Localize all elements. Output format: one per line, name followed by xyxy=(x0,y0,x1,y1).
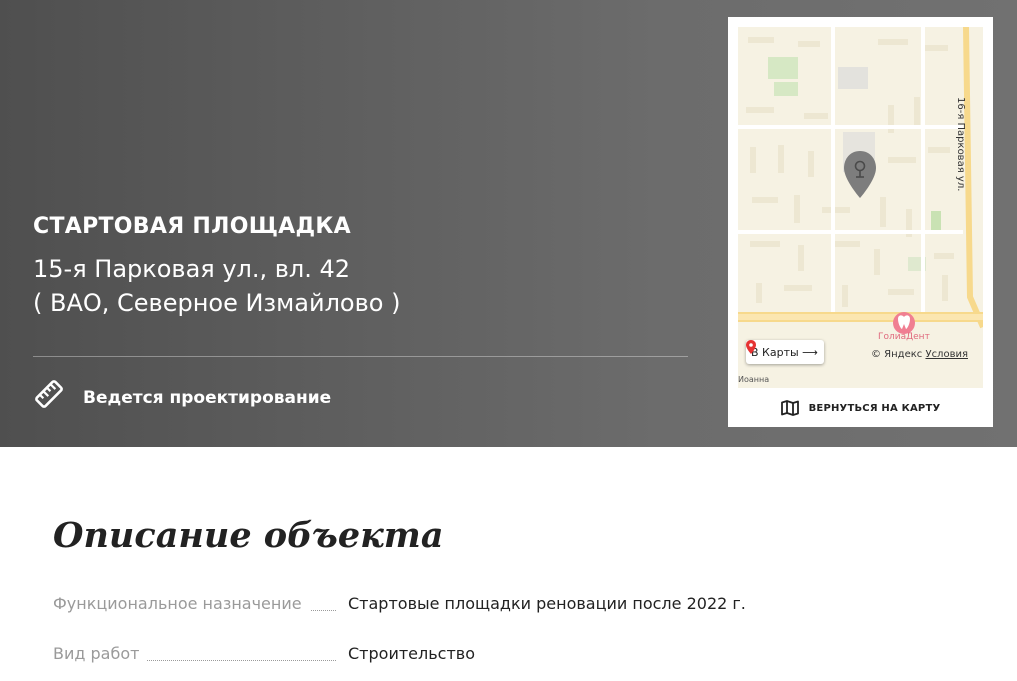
spec-label: Вид работ xyxy=(53,644,148,663)
spec-value: Стартовые площадки реновации после 2022 … xyxy=(348,594,746,613)
address-line: 15-я Парковая ул., вл. 42 xyxy=(33,255,351,283)
back-to-map-label: ВЕРНУТЬСЯ НА КАРТУ xyxy=(808,402,941,414)
spec-row-purpose: Функциональное назначение Стартовые площ… xyxy=(53,594,953,618)
street-label: 16-я Парковая ул. xyxy=(955,97,966,192)
ruler-icon xyxy=(35,380,63,408)
edge-street-label: Иоанна xyxy=(738,375,770,384)
spec-row-work-type: Вид работ Строительство xyxy=(53,644,953,668)
folded-map-icon xyxy=(780,400,799,416)
copyright-text: © Яндекс xyxy=(871,349,923,360)
yandex-pin-icon xyxy=(746,340,756,354)
back-to-map-button[interactable]: ВЕРНУТЬСЯ НА КАРТУ xyxy=(728,389,993,427)
open-in-maps-button[interactable]: В Карты ⟶ xyxy=(746,340,824,364)
spec-label: Функциональное назначение xyxy=(53,594,310,613)
tooth-icon xyxy=(893,312,915,334)
poi-label: ГолиаДент xyxy=(878,332,930,342)
hero-divider xyxy=(33,356,688,357)
terms-link[interactable]: Условия xyxy=(925,349,968,360)
section-title: Описание объекта xyxy=(53,515,444,556)
object-address: 15-я Парковая ул., вл. 42 ( ВАО, Северно… xyxy=(33,252,400,320)
map-tiles xyxy=(738,27,983,388)
district-line: ( ВАО, Северное Измайлово ) xyxy=(33,289,401,317)
map-card: 16-я Парковая ул. ГолиаДент Иоанна В Кар… xyxy=(728,17,993,427)
open-in-maps-label: В Карты ⟶ xyxy=(751,345,818,359)
map-copyright: © Яндекс Условия xyxy=(871,349,968,360)
status-label: Ведется проектирование xyxy=(83,388,332,408)
spec-value: Строительство xyxy=(348,644,475,663)
project-status: Ведется проектирование xyxy=(33,377,331,411)
object-title: СТАРТОВАЯ ПЛОЩАДКА xyxy=(33,214,351,239)
map-widget[interactable]: 16-я Парковая ул. ГолиаДент Иоанна В Кар… xyxy=(738,27,983,388)
